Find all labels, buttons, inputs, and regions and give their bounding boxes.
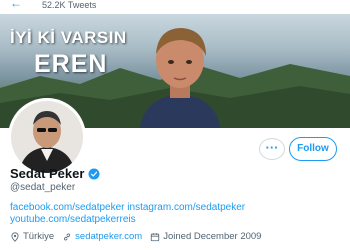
- follow-button[interactable]: Follow: [289, 137, 337, 161]
- joined-item: Joined December 2009: [150, 231, 261, 242]
- bio-links-line2[interactable]: youtube.com/sedatpekerreis: [10, 214, 136, 225]
- profile-name: Sedat Peker: [10, 166, 85, 181]
- arrow-left-icon[interactable]: ←: [10, 0, 22, 10]
- calendar-icon: [151, 232, 160, 241]
- avatar[interactable]: [8, 98, 86, 176]
- link-icon: [64, 233, 71, 240]
- profile-name-row: Sedat Peker: [10, 166, 100, 181]
- joined-text: Joined December 2009: [163, 231, 262, 242]
- verified-badge-icon: [88, 168, 100, 179]
- avatar-photo: [11, 101, 83, 173]
- more-options-button[interactable]: ···: [259, 138, 285, 160]
- boy-photo: [140, 28, 220, 128]
- profile-header-bar: ← 52.2K Tweets: [0, 0, 350, 14]
- profile-meta: Türkiye sedatpeker.com Joined December 2…: [10, 231, 269, 242]
- location-pin-icon: [11, 231, 19, 242]
- website-link[interactable]: sedatpeker.com: [75, 231, 142, 242]
- banner-headline-line1: İYİ Kİ VARSIN: [10, 28, 127, 47]
- tweet-count: 52.2K Tweets: [42, 0, 97, 10]
- bio-links-line1[interactable]: facebook.com/sedatpeker instagram.com/se…: [10, 202, 245, 213]
- location-item: Türkiye: [10, 231, 54, 242]
- location-text: Türkiye: [23, 231, 55, 242]
- banner-headline-line2: EREN: [34, 50, 108, 78]
- website-item[interactable]: sedatpeker.com: [62, 231, 142, 242]
- profile-handle: @sedat_peker: [10, 182, 76, 193]
